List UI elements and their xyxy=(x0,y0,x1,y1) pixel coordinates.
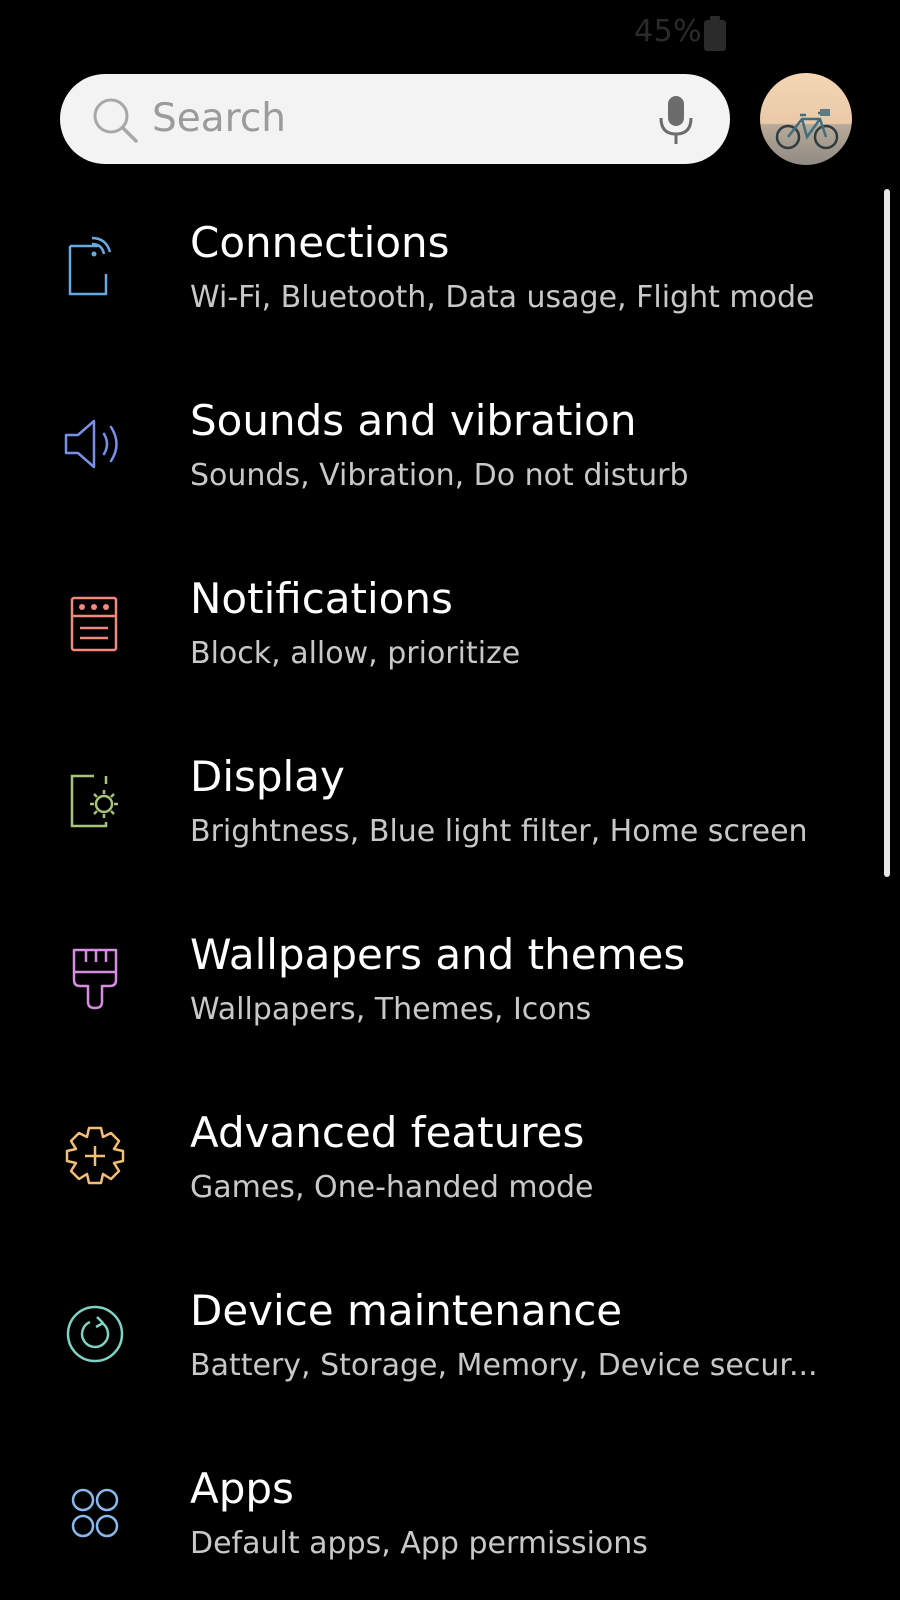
item-title: Device maintenance xyxy=(190,1286,623,1335)
battery-icon xyxy=(704,16,726,51)
speaker-icon xyxy=(64,419,118,469)
settings-item-maintenance[interactable]: Device maintenance Battery, Storage, Mem… xyxy=(0,1258,870,1436)
scrollbar[interactable] xyxy=(884,189,890,877)
settings-item-wallpapers[interactable]: Wallpapers and themes Wallpapers, Themes… xyxy=(0,902,870,1080)
status-bar: 45% xyxy=(0,10,900,54)
item-title: Connections xyxy=(190,218,450,267)
item-title: Apps xyxy=(190,1464,294,1513)
settings-item-apps[interactable]: Apps Default apps, App permissions xyxy=(0,1436,870,1600)
settings-item-notifications[interactable]: Notifications Block, allow, prioritize xyxy=(0,546,870,724)
search-icon xyxy=(93,98,138,143)
search-bar[interactable]: Search xyxy=(60,74,730,164)
settings-item-display[interactable]: Display Brightness, Blue light filter, H… xyxy=(0,724,870,902)
item-subtitle: Block, allow, prioritize xyxy=(190,636,521,671)
notifications-icon xyxy=(70,596,118,652)
settings-item-advanced[interactable]: Advanced features Games, One-handed mode xyxy=(0,1080,870,1258)
item-subtitle: Sounds, Vibration, Do not disturb xyxy=(190,458,689,493)
item-title: Sounds and vibration xyxy=(190,396,637,445)
item-title: Display xyxy=(190,752,345,801)
item-subtitle: Default apps, App permissions xyxy=(190,1526,648,1561)
search-input[interactable]: Search xyxy=(152,96,286,141)
gear-plus-icon xyxy=(65,1126,125,1185)
mic-icon[interactable] xyxy=(656,94,696,146)
item-title: Notifications xyxy=(190,574,453,623)
paintbrush-icon xyxy=(72,948,118,1010)
connections-icon xyxy=(68,236,112,296)
item-subtitle: Wi-Fi, Bluetooth, Data usage, Flight mod… xyxy=(190,280,815,315)
item-subtitle: Games, One-handed mode xyxy=(190,1170,594,1205)
settings-item-connections[interactable]: Connections Wi-Fi, Bluetooth, Data usage… xyxy=(0,190,870,368)
settings-screen: 45% Search Connections Wi-Fi, Bluetooth,… xyxy=(0,0,900,1600)
apps-grid-icon xyxy=(71,1488,119,1538)
display-icon xyxy=(70,774,118,828)
settings-item-sounds[interactable]: Sounds and vibration Sounds, Vibration, … xyxy=(0,368,870,546)
item-subtitle: Battery, Storage, Memory, Device secur..… xyxy=(190,1348,818,1383)
item-title: Wallpapers and themes xyxy=(190,930,686,979)
avatar[interactable] xyxy=(760,73,852,165)
settings-list: Connections Wi-Fi, Bluetooth, Data usage… xyxy=(0,190,870,1600)
maintenance-icon xyxy=(66,1305,124,1363)
item-subtitle: Wallpapers, Themes, Icons xyxy=(190,992,592,1027)
item-title: Advanced features xyxy=(190,1108,585,1157)
battery-percent: 45% xyxy=(634,14,703,49)
item-subtitle: Brightness, Blue light filter, Home scre… xyxy=(190,814,808,849)
